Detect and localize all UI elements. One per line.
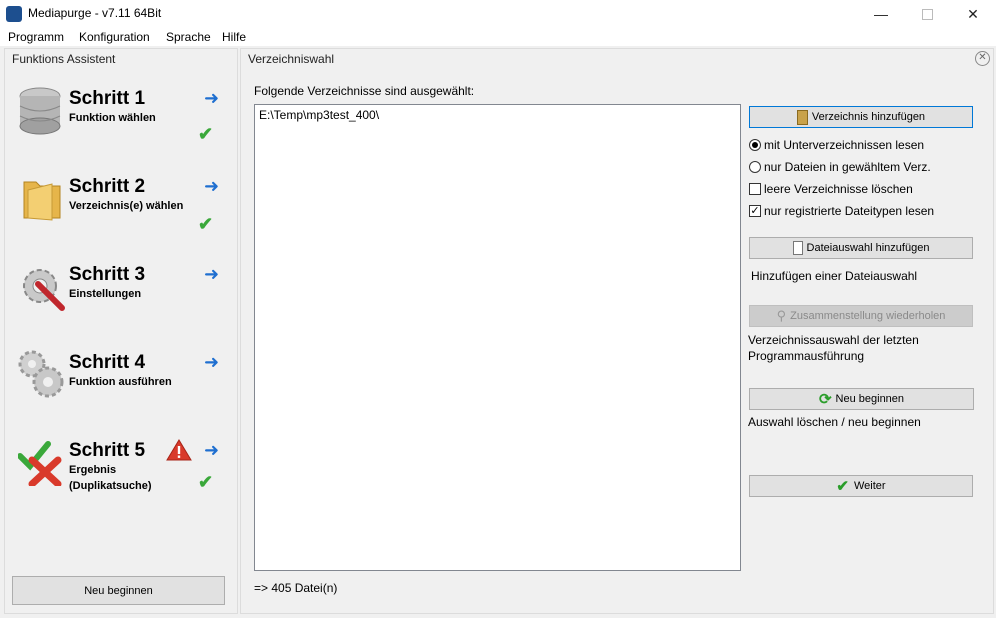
walking-person-icon: ⚲ [776,308,787,323]
menu-programm[interactable]: Programm [8,28,64,46]
step-3-title: Schritt 3 [69,264,146,285]
step-4[interactable]: Schritt 4 Funktion ausführen ➜ [14,348,230,412]
step-1[interactable]: Schritt 1 Funktion wählen ➜ ✔ [14,84,230,148]
folder-icon [23,181,61,221]
checkbox-registered-types[interactable]: ✓ [749,205,761,217]
add-file-selection-label: Dateiauswahl hinzufügen [806,242,930,254]
step-2-subtitle: Verzeichnis(e) wählen [69,200,184,212]
warning-icon [166,439,192,461]
repeat-selection-label: Zusammenstellung wiederholen [790,310,946,322]
add-directory-label: Verzeichnis hinzufügen [811,111,926,123]
add-file-selection-desc: Hinzufügen einer Dateiauswahl [751,269,918,283]
step-2[interactable]: Schritt 2 Verzeichnis(e) wählen ➜ ✔ [14,172,230,236]
check-icon: ✔ [198,214,214,234]
next-button[interactable]: ✔ Weiter [749,475,973,497]
repeat-selection-desc: Verzeichnissauswahl der letzten Programm… [748,333,919,363]
step-4-title: Schritt 4 [69,352,146,373]
menu-sprache[interactable]: Sprache [166,28,211,46]
refresh-icon: ⟳ [818,391,832,408]
add-file-selection-button[interactable]: Dateiauswahl hinzufügen [749,237,973,259]
radio-only-files-label: nur Dateien in gewähltem Verz. [764,160,931,174]
radio-subdirectories-label: mit Unterverzeichnissen lesen [764,138,925,152]
settings-gear-icon [23,269,65,311]
file-icon [792,241,803,255]
file-count: => 405 Datei(n) [254,581,338,595]
step-3[interactable]: Schritt 3 Einstellungen ➜ [14,260,230,324]
radio-only-files[interactable] [749,161,761,173]
next-label: Weiter [853,480,886,492]
menu-konfiguration[interactable]: Konfiguration [79,28,150,46]
step-5[interactable]: Schritt 5 Ergebnis (Duplikatsuche) ➜ ✔ [14,436,230,506]
restart-desc: Auswahl löschen / neu beginnen [748,415,921,429]
check-icon: ✔ [198,124,214,144]
menu-bar: Programm Konfiguration Sprache Hilfe [0,28,996,46]
close-button[interactable]: ✕ [950,0,996,28]
step-5-subtitle: Ergebnis (Duplikatsuche) [69,464,152,492]
arrow-right-icon: ➜ [204,352,220,372]
directory-list[interactable]: E:\Temp\mp3test_400\ [254,104,741,571]
app-icon [6,6,22,22]
step-1-title: Schritt 1 [69,88,146,109]
add-directory-button[interactable]: Verzeichnis hinzufügen [749,106,973,128]
arrow-right-icon: ➜ [204,440,220,460]
window-title: Mediapurge - v7.11 64Bit [28,6,162,20]
menu-hilfe[interactable]: Hilfe [222,28,246,46]
title-bar: Mediapurge - v7.11 64Bit — ✕ [0,0,996,28]
arrow-right-icon: ➜ [204,176,220,196]
selected-dirs-label: Folgende Verzeichnisse sind ausgewählt: [254,84,475,98]
database-icon [19,87,61,135]
step-1-subtitle: Funktion wählen [69,112,156,124]
list-item[interactable]: E:\Temp\mp3test_400\ [259,108,379,122]
checkbox-delete-empty-dirs-label: leere Verzeichnisse löschen [764,182,913,196]
gears-icon [18,350,64,398]
step-5-title: Schritt 5 [69,440,146,461]
restart-button[interactable]: ⟳ Neu beginnen [749,388,974,410]
step-2-title: Schritt 2 [69,176,146,197]
check-icon: ✔ [836,478,849,495]
checkbox-delete-empty-dirs[interactable] [749,183,761,195]
directory-panel-title: Verzeichniswahl [248,52,335,66]
wizard-title: Funktions Assistent [12,52,116,66]
checkbox-registered-types-label: nur registrierte Dateitypen lesen [764,204,935,218]
folder-icon [796,109,808,125]
maximize-button[interactable] [904,0,950,28]
panel-close-icon[interactable]: ✕ [975,51,990,66]
arrow-right-icon: ➜ [204,264,220,284]
wizard-restart-button[interactable]: Neu beginnen [12,576,225,605]
result-check-cross-icon [18,441,62,486]
check-icon: ✔ [198,472,214,492]
step-4-subtitle: Funktion ausführen [69,376,172,388]
restart-label: Neu beginnen [835,393,905,405]
radio-subdirectories[interactable] [749,139,761,151]
arrow-right-icon: ➜ [204,88,220,108]
repeat-selection-button[interactable]: ⚲ Zusammenstellung wiederholen [749,305,973,327]
minimize-button[interactable]: — [858,0,904,28]
step-3-subtitle: Einstellungen [69,288,142,300]
